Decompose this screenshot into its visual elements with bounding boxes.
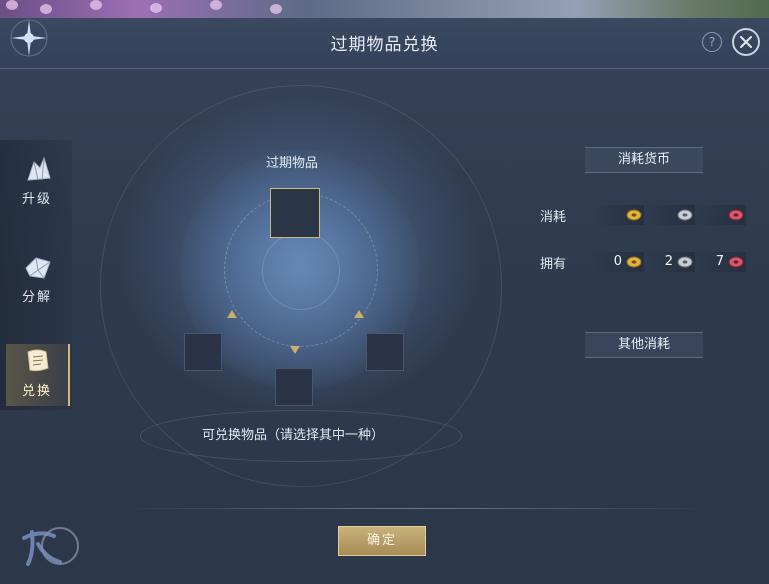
cost-label: 消耗	[540, 210, 567, 225]
crystal-decompose-icon	[25, 257, 51, 279]
reward-slot-right[interactable]	[366, 333, 404, 371]
currency-header: 消耗货币	[585, 147, 703, 173]
silver-coin-icon	[677, 209, 693, 221]
footer-divider	[122, 508, 712, 509]
confirm-button[interactable]: 确定	[338, 526, 426, 556]
owned-label: 拥有	[540, 257, 567, 272]
reward-slot-left[interactable]	[184, 333, 222, 371]
help-button[interactable]: ?	[702, 32, 722, 52]
sidebar-item-exchange[interactable]: 兑换	[6, 344, 70, 406]
cost-red	[694, 205, 746, 225]
owned-gold: 0	[592, 252, 644, 272]
cost-silver	[643, 205, 695, 225]
owned-red: 7	[694, 252, 746, 272]
sidebar-item-label: 升级	[21, 192, 52, 207]
gold-coin-icon	[626, 256, 642, 268]
redeemable-items-label: 可兑换物品（请选择其中一种）	[202, 428, 385, 443]
game-logo-icon	[22, 527, 79, 566]
expired-item-slot[interactable]	[270, 188, 320, 238]
sidebar-item-upgrade[interactable]: 升级	[6, 152, 68, 214]
other-cost-header: 其他消耗	[585, 332, 703, 358]
red-coin-icon	[728, 256, 744, 268]
sidebar-item-label: 分解	[21, 290, 52, 305]
cost-gold	[592, 205, 644, 225]
scroll-exchange-icon	[27, 349, 49, 372]
owned-silver-value: 2	[664, 254, 673, 269]
close-icon	[740, 36, 752, 48]
arrow-down-icon	[290, 346, 300, 354]
close-button[interactable]	[732, 28, 760, 56]
sidebar-item-decompose[interactable]: 分解	[6, 250, 68, 312]
arrow-up-left-icon	[227, 310, 237, 318]
owned-gold-value: 0	[613, 254, 622, 269]
reward-slot-bottom[interactable]	[275, 368, 313, 406]
scenery-strip	[0, 0, 769, 20]
owned-red-value: 7	[715, 254, 724, 269]
sidebar-item-label: 兑换	[21, 384, 52, 399]
arrow-up-right-icon	[354, 310, 364, 318]
red-coin-icon	[728, 209, 744, 221]
owned-silver: 2	[643, 252, 695, 272]
gold-coin-icon	[626, 209, 642, 221]
exchange-window: 过期物品兑换 ? 升级 分解 兑换 过期物品 可兑换物品（请选择其中一种） 消耗…	[0, 0, 769, 584]
crystal-upgrade-icon	[27, 156, 51, 181]
silver-coin-icon	[677, 256, 693, 268]
expired-item-label: 过期物品	[266, 156, 319, 171]
window-title: 过期物品兑换	[330, 35, 439, 55]
core-ring	[262, 232, 340, 310]
